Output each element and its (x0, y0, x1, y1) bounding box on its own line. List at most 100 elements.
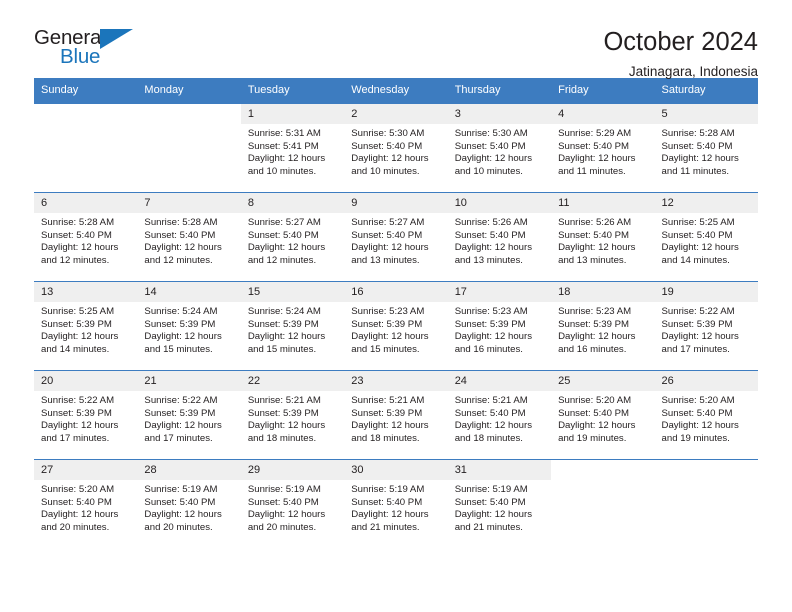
day-cell-inner: 6 Sunrise: 5:28 AM Sunset: 5:40 PM Daylight… (34, 193, 138, 281)
day-number: 9 (344, 193, 448, 213)
day-number: 8 (240, 193, 345, 213)
sunset-text: Sunset: 5:40 PM (144, 496, 216, 508)
calendar-day-cell[interactable]: 4 Sunrise: 5:29 AM Sunset: 5:40 PM Daylight… (551, 103, 655, 193)
calendar-day-cell[interactable]: 30 Sunrise: 5:19 AM Sunset: 5:40 PM Dayligh… (344, 459, 448, 548)
weekday-header-sunday: Sunday (34, 78, 138, 104)
daylight-text: Daylight: 12 hours and 21 minutes. (351, 509, 429, 533)
day-number: 31 (447, 460, 552, 480)
weekday-header-wednesday: Wednesday (344, 78, 448, 104)
sunrise-text: Sunrise: 5:24 AM (247, 306, 321, 317)
daylight-text: Daylight: 12 hours and 15 minutes. (247, 331, 326, 355)
calendar-header-row: Sunday Monday Tuesday Wednesday Thursday… (34, 78, 758, 104)
day-number: 18 (551, 282, 655, 302)
calendar-day-cell[interactable]: 11 Sunrise: 5:26 AM Sunset: 5:40 PM Dayligh… (551, 192, 655, 282)
day-cell-inner: 24 Sunrise: 5:21 AM Sunset: 5:40 PM Dayligh… (447, 371, 552, 459)
day-sun-info: Sunrise: 5:21 AM Sunset: 5:39 PM Daylight:… (344, 391, 447, 445)
sunset-text: Sunset: 5:40 PM (454, 407, 526, 419)
day-cell-inner: 30 Sunrise: 5:19 AM Sunset: 5:40 PM Dayligh… (344, 460, 448, 548)
daylight-text: Daylight: 12 hours and 13 minutes. (454, 242, 533, 266)
calendar-day-cell[interactable]: 1 Sunrise: 5:31 AM Sunset: 5:41 PM Daylight… (240, 103, 345, 193)
day-number: 30 (344, 460, 448, 480)
calendar-day-cell[interactable]: 16 Sunrise: 5:23 AM Sunset: 5:39 PM Dayligh… (344, 281, 448, 371)
daylight-text: Daylight: 12 hours and 12 minutes. (41, 242, 119, 266)
sunrise-text: Sunrise: 5:28 AM (41, 217, 115, 228)
calendar-day-cell[interactable]: 9 Sunrise: 5:27 AM Sunset: 5:40 PM Daylight… (344, 192, 448, 282)
sunset-text: Sunset: 5:39 PM (144, 407, 216, 419)
calendar-day-cell[interactable]: 20 Sunrise: 5:22 AM Sunset: 5:39 PM Dayligh… (34, 370, 138, 460)
day-number: 23 (344, 371, 448, 391)
day-number: 19 (654, 282, 758, 302)
day-number (34, 104, 137, 124)
day-number: 16 (344, 282, 448, 302)
sunrise-text: Sunrise: 5:27 AM (351, 217, 425, 228)
calendar-day-cell[interactable]: 25 Sunrise: 5:20 AM Sunset: 5:40 PM Dayligh… (551, 370, 655, 460)
day-sun-info: Sunrise: 5:19 AM Sunset: 5:40 PM Daylight:… (241, 480, 344, 534)
calendar-day-cell[interactable]: 22 Sunrise: 5:21 AM Sunset: 5:39 PM Dayligh… (240, 370, 345, 460)
logo-text-blue: Blue (60, 45, 101, 68)
sunrise-text: Sunrise: 5:23 AM (558, 306, 632, 317)
calendar-day-cell[interactable]: 24 Sunrise: 5:21 AM Sunset: 5:40 PM Dayligh… (447, 370, 552, 460)
weekday-header-tuesday: Tuesday (240, 78, 345, 104)
daylight-text: Daylight: 12 hours and 11 minutes. (558, 153, 636, 177)
sunset-text: Sunset: 5:39 PM (41, 318, 112, 330)
day-sun-info: Sunrise: 5:25 AM Sunset: 5:40 PM Daylight:… (655, 213, 758, 267)
day-number: 28 (137, 460, 241, 480)
title-block: October 2024 Jatinagara, Indonesia (603, 28, 758, 80)
day-sun-info: Sunrise: 5:20 AM Sunset: 5:40 PM Daylight:… (655, 391, 758, 445)
sunset-text: Sunset: 5:40 PM (661, 140, 733, 152)
calendar-day-cell[interactable]: 26 Sunrise: 5:20 AM Sunset: 5:40 PM Dayligh… (654, 370, 758, 460)
day-cell-inner: 27 Sunrise: 5:20 AM Sunset: 5:40 PM Dayligh… (34, 460, 138, 548)
day-cell-inner: 31 Sunrise: 5:19 AM Sunset: 5:40 PM Dayligh… (447, 460, 552, 548)
calendar-day-cell[interactable]: 12 Sunrise: 5:25 AM Sunset: 5:40 PM Dayligh… (654, 192, 758, 282)
day-number: 5 (654, 104, 758, 124)
calendar-day-cell[interactable]: 29 Sunrise: 5:19 AM Sunset: 5:40 PM Dayligh… (240, 459, 345, 548)
calendar-day-cell[interactable]: 5 Sunrise: 5:28 AM Sunset: 5:40 PM Daylight… (654, 103, 758, 193)
day-number: 2 (344, 104, 448, 124)
sunrise-text: Sunrise: 5:20 AM (41, 484, 115, 495)
sunset-text: Sunset: 5:39 PM (661, 318, 733, 330)
calendar-day-cell[interactable]: 23 Sunrise: 5:21 AM Sunset: 5:39 PM Dayligh… (344, 370, 448, 460)
daylight-text: Daylight: 12 hours and 16 minutes. (454, 331, 533, 355)
calendar-day-cell[interactable]: 3 Sunrise: 5:30 AM Sunset: 5:40 PM Daylight… (447, 103, 552, 193)
calendar-day-cell[interactable]: 27 Sunrise: 5:20 AM Sunset: 5:40 PM Dayligh… (34, 459, 138, 548)
day-number: 13 (34, 282, 138, 302)
calendar-day-cell[interactable]: 6 Sunrise: 5:28 AM Sunset: 5:40 PM Daylight… (34, 192, 138, 282)
page-header: General Blue October 2024 Jatinagara, In… (34, 0, 758, 79)
day-number: 21 (137, 371, 241, 391)
calendar-day-cell[interactable]: 17 Sunrise: 5:23 AM Sunset: 5:39 PM Dayligh… (447, 281, 552, 371)
calendar-page: General Blue October 2024 Jatinagara, In… (0, 0, 792, 612)
calendar-day-cell-empty (137, 103, 241, 193)
daylight-text: Daylight: 12 hours and 10 minutes. (454, 153, 533, 177)
day-number: 3 (447, 104, 552, 124)
calendar-day-cell[interactable]: 31 Sunrise: 5:19 AM Sunset: 5:40 PM Dayligh… (447, 459, 552, 548)
day-cell-inner: 17 Sunrise: 5:23 AM Sunset: 5:39 PM Dayligh… (447, 282, 552, 370)
calendar-day-cell[interactable]: 21 Sunrise: 5:22 AM Sunset: 5:39 PM Dayligh… (137, 370, 241, 460)
day-sun-info: Sunrise: 5:20 AM Sunset: 5:40 PM Daylight:… (34, 480, 137, 534)
calendar-day-cell[interactable]: 2 Sunrise: 5:30 AM Sunset: 5:40 PM Daylight… (344, 103, 448, 193)
day-sun-info: Sunrise: 5:31 AM Sunset: 5:41 PM Daylight:… (241, 124, 344, 178)
daylight-text: Daylight: 12 hours and 16 minutes. (558, 331, 636, 355)
calendar-day-cell[interactable]: 14 Sunrise: 5:24 AM Sunset: 5:39 PM Dayligh… (137, 281, 241, 371)
calendar-week-row: 1 Sunrise: 5:31 AM Sunset: 5:41 PM Daylight… (34, 103, 758, 193)
calendar-day-cell[interactable]: 15 Sunrise: 5:24 AM Sunset: 5:39 PM Dayligh… (240, 281, 345, 371)
calendar-day-cell[interactable]: 13 Sunrise: 5:25 AM Sunset: 5:39 PM Dayligh… (34, 281, 138, 371)
calendar-day-cell[interactable]: 10 Sunrise: 5:26 AM Sunset: 5:40 PM Dayligh… (447, 192, 552, 282)
calendar-day-cell-empty (654, 459, 758, 548)
calendar-day-cell[interactable]: 8 Sunrise: 5:27 AM Sunset: 5:40 PM Daylight… (240, 192, 345, 282)
calendar-day-cell[interactable]: 7 Sunrise: 5:28 AM Sunset: 5:40 PM Daylight… (137, 192, 241, 282)
calendar-day-cell[interactable]: 28 Sunrise: 5:19 AM Sunset: 5:40 PM Dayligh… (137, 459, 241, 548)
sunrise-text: Sunrise: 5:21 AM (351, 395, 425, 406)
day-cell-inner (551, 460, 654, 548)
day-cell-inner: 2 Sunrise: 5:30 AM Sunset: 5:40 PM Daylight… (344, 104, 448, 192)
day-number (137, 104, 240, 124)
calendar-day-cell[interactable]: 19 Sunrise: 5:22 AM Sunset: 5:39 PM Dayligh… (654, 281, 758, 371)
calendar-day-cell[interactable]: 18 Sunrise: 5:23 AM Sunset: 5:39 PM Dayligh… (551, 281, 655, 371)
daylight-text: Daylight: 12 hours and 17 minutes. (41, 420, 119, 444)
weekday-header-monday: Monday (137, 78, 241, 104)
sunset-text: Sunset: 5:39 PM (454, 318, 526, 330)
day-cell-inner: 23 Sunrise: 5:21 AM Sunset: 5:39 PM Dayligh… (344, 371, 448, 459)
daylight-text: Daylight: 12 hours and 21 minutes. (454, 509, 533, 533)
sunrise-text: Sunrise: 5:31 AM (247, 128, 321, 139)
day-sun-info: Sunrise: 5:29 AM Sunset: 5:40 PM Daylight:… (551, 124, 654, 178)
day-sun-info: Sunrise: 5:30 AM Sunset: 5:40 PM Daylight:… (344, 124, 447, 178)
